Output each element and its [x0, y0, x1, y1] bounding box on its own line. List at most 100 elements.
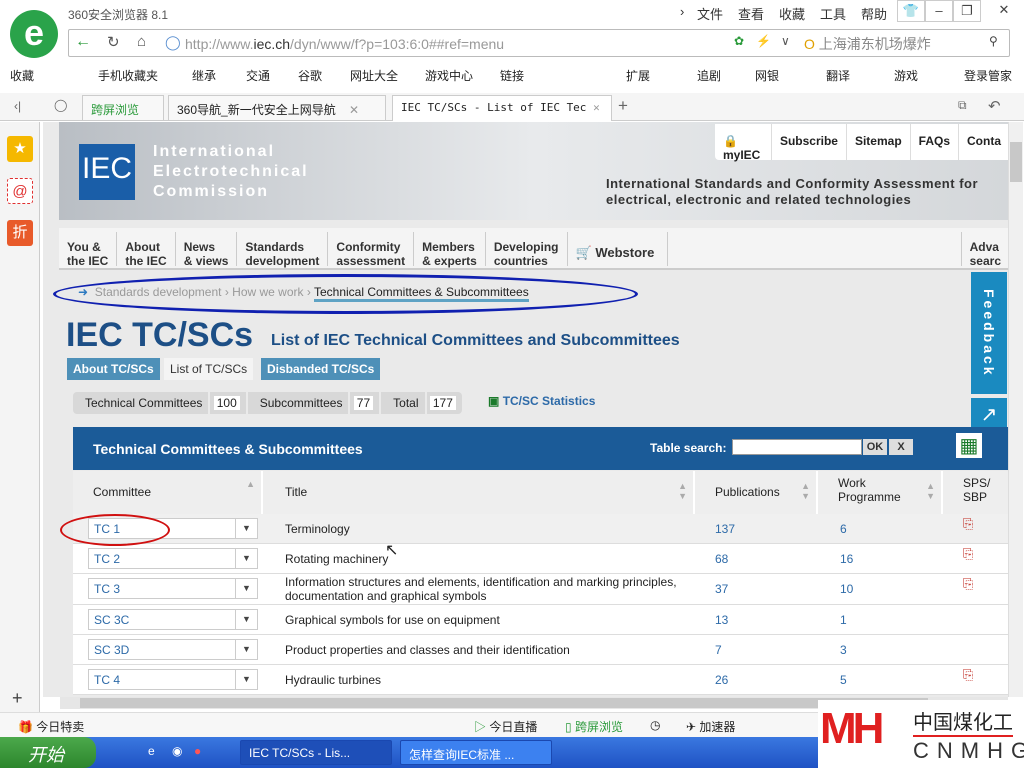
dropdown-icon[interactable]: ∨ [781, 34, 790, 48]
menu-help[interactable]: 帮助 [861, 4, 887, 23]
vertical-scrollbar[interactable] [1008, 122, 1023, 697]
committee-select[interactable]: TC 3 ▼ [88, 578, 258, 599]
publications-link[interactable]: 137 [715, 514, 735, 544]
back-icon[interactable]: ← [75, 33, 91, 51]
work-programme-link[interactable]: 6 [840, 514, 847, 544]
chevron-down-icon[interactable]: ▼ [235, 670, 257, 689]
bookmark-games[interactable]: 游戏中心 [425, 67, 473, 84]
star-icon[interactable]: ★ [7, 136, 33, 162]
daily-deals[interactable]: 🎁 今日特卖 [18, 718, 84, 735]
close-button[interactable]: ✕ [990, 0, 1018, 22]
translate-button[interactable]: 翻译 [826, 67, 850, 84]
nav-webstore[interactable]: 🛒 Webstore [568, 232, 668, 266]
work-programme-link[interactable]: 5 [840, 665, 847, 695]
tab-360-nav[interactable]: 360导航_新一代安全上网导航 ✕ [168, 95, 386, 121]
publications-link[interactable]: 37 [715, 574, 728, 604]
game-button[interactable]: 游戏 [894, 67, 918, 84]
sitemap-link[interactable]: Sitemap [847, 124, 911, 160]
speed-icon[interactable]: ⚡ [756, 34, 771, 48]
search-clear-button[interactable]: X [889, 439, 913, 455]
work-programme-link[interactable]: 3 [840, 635, 847, 665]
bookmark-links[interactable]: 链接 [500, 67, 524, 84]
security-icon[interactable]: ✿ [734, 34, 744, 48]
nav-conformity[interactable]: Conformity assessment [328, 232, 415, 268]
excel-export-icon[interactable]: ▦ [956, 433, 982, 458]
col-publications[interactable]: Publications ▲ ▼ [695, 471, 818, 514]
work-programme-link[interactable]: 10 [840, 574, 853, 604]
minimize-button[interactable]: – [925, 0, 953, 22]
col-title[interactable]: Title ▲ ▼ [265, 471, 695, 514]
accelerator[interactable]: ✈ 加速器 [686, 718, 735, 735]
skin-icon[interactable]: 👕 [897, 0, 925, 22]
refresh-icon[interactable]: ↻ [107, 33, 120, 51]
tab-iec[interactable]: IEC TC/SCs - List of IEC Tec ✕ [392, 95, 612, 121]
table-search-input[interactable] [732, 439, 862, 455]
bookmark-google[interactable]: 谷歌 [298, 67, 322, 84]
search-icon[interactable]: ⚲ [989, 34, 998, 48]
nav-members[interactable]: Members & experts [414, 232, 486, 268]
cross-screen[interactable]: ▯ 跨屏浏览 [565, 718, 623, 735]
breadcrumb-standards[interactable]: Standards development [95, 285, 222, 299]
chevron-down-icon[interactable]: ▼ [235, 640, 257, 659]
extensions-button[interactable]: 扩展 [626, 67, 650, 84]
col-work-programme[interactable]: Work Programme ▲ ▼ [818, 471, 943, 514]
stats-link[interactable]: ▣ TC/SC Statistics [488, 394, 595, 408]
feedback-button[interactable]: Feedback [971, 272, 1007, 394]
bookmark-jicheng[interactable]: 继承 [192, 67, 216, 84]
pdf-icon[interactable]: ⎘ [963, 665, 973, 695]
publications-link[interactable]: 26 [715, 665, 728, 695]
nav-news[interactable]: News & views [176, 232, 238, 268]
cloud-icon[interactable]: ◯ [54, 98, 67, 112]
maximize-button[interactable]: ❐ [953, 0, 981, 22]
search-input[interactable]: O 上海浦东机场爆炸 [804, 34, 1004, 54]
bookmark-mobile[interactable]: 手机收藏夹 [98, 67, 158, 84]
sidebar-toggle-icon[interactable]: ‹| [14, 99, 21, 113]
faqs-link[interactable]: FAQs [911, 124, 959, 160]
live-stream[interactable]: ▷ 今日直播 [474, 718, 537, 735]
drama-button[interactable]: 追剧 [697, 67, 721, 84]
nav-standards[interactable]: Standards development [237, 232, 329, 268]
publications-link[interactable]: 68 [715, 544, 728, 574]
tab-list-tcscs[interactable]: List of TC/SCs [164, 358, 254, 380]
chevron-down-icon[interactable]: ▼ [235, 519, 257, 538]
committee-select[interactable]: TC 2 ▼ [88, 548, 258, 569]
nav-you-iec[interactable]: You & the IEC [59, 232, 118, 268]
login-manager-button[interactable]: 登录管家 [964, 67, 1012, 84]
bank-button[interactable]: 网银 [755, 67, 779, 84]
pdf-icon[interactable]: ⎘ [963, 514, 973, 544]
quicklaunch-icon[interactable]: ● [194, 744, 201, 758]
discount-icon[interactable]: 折 [7, 220, 33, 246]
chevron-down-icon[interactable]: ▼ [235, 579, 257, 598]
iec-logo[interactable]: IEC [79, 144, 135, 200]
ie-icon[interactable]: e [148, 744, 155, 758]
task-word[interactable]: 怎样查询IEC标准 ... [400, 740, 552, 765]
chevron-down-icon[interactable]: ▼ [235, 610, 257, 629]
menu-tools[interactable]: 工具 [820, 4, 846, 23]
myiec-link[interactable]: 🔒myIEC [715, 124, 772, 162]
tab-about-tcscs[interactable]: About TC/SCs [67, 358, 160, 380]
quicklaunch-icon[interactable]: ◉ [172, 744, 182, 758]
start-button[interactable]: 开始 [0, 737, 96, 768]
undo-close-icon[interactable]: ↶ [988, 97, 1001, 115]
contact-link[interactable]: Conta [959, 124, 1008, 160]
publications-link[interactable]: 13 [715, 605, 728, 635]
new-tab-icon[interactable]: + [618, 96, 628, 116]
add-icon[interactable]: + [12, 688, 23, 709]
committee-select[interactable]: TC 4 ▼ [88, 669, 258, 690]
tab-cross-screen[interactable]: 跨屏浏览 [82, 95, 164, 121]
col-committee[interactable]: Committee ▲ [73, 471, 263, 514]
menu-view[interactable]: 查看 [738, 4, 764, 23]
tab-list-icon[interactable]: ⧉ [958, 98, 967, 113]
close-tab-icon[interactable]: ✕ [593, 101, 600, 114]
publications-link[interactable]: 7 [715, 635, 722, 665]
work-programme-link[interactable]: 1 [840, 605, 847, 635]
bookmark-favorites[interactable]: 收藏 [10, 67, 34, 84]
bookmark-jiaotong[interactable]: 交通 [246, 67, 270, 84]
col-sps-sbp[interactable]: SPS/ SBP [943, 471, 1008, 514]
close-tab-icon[interactable]: ✕ [349, 103, 359, 117]
pdf-icon[interactable]: ⎘ [963, 544, 973, 574]
mail-icon[interactable]: @ [7, 178, 33, 204]
search-ok-button[interactable]: OK [863, 439, 887, 455]
subscribe-link[interactable]: Subscribe [772, 124, 847, 160]
tab-disbanded-tcscs[interactable]: Disbanded TC/SCs [261, 358, 381, 380]
